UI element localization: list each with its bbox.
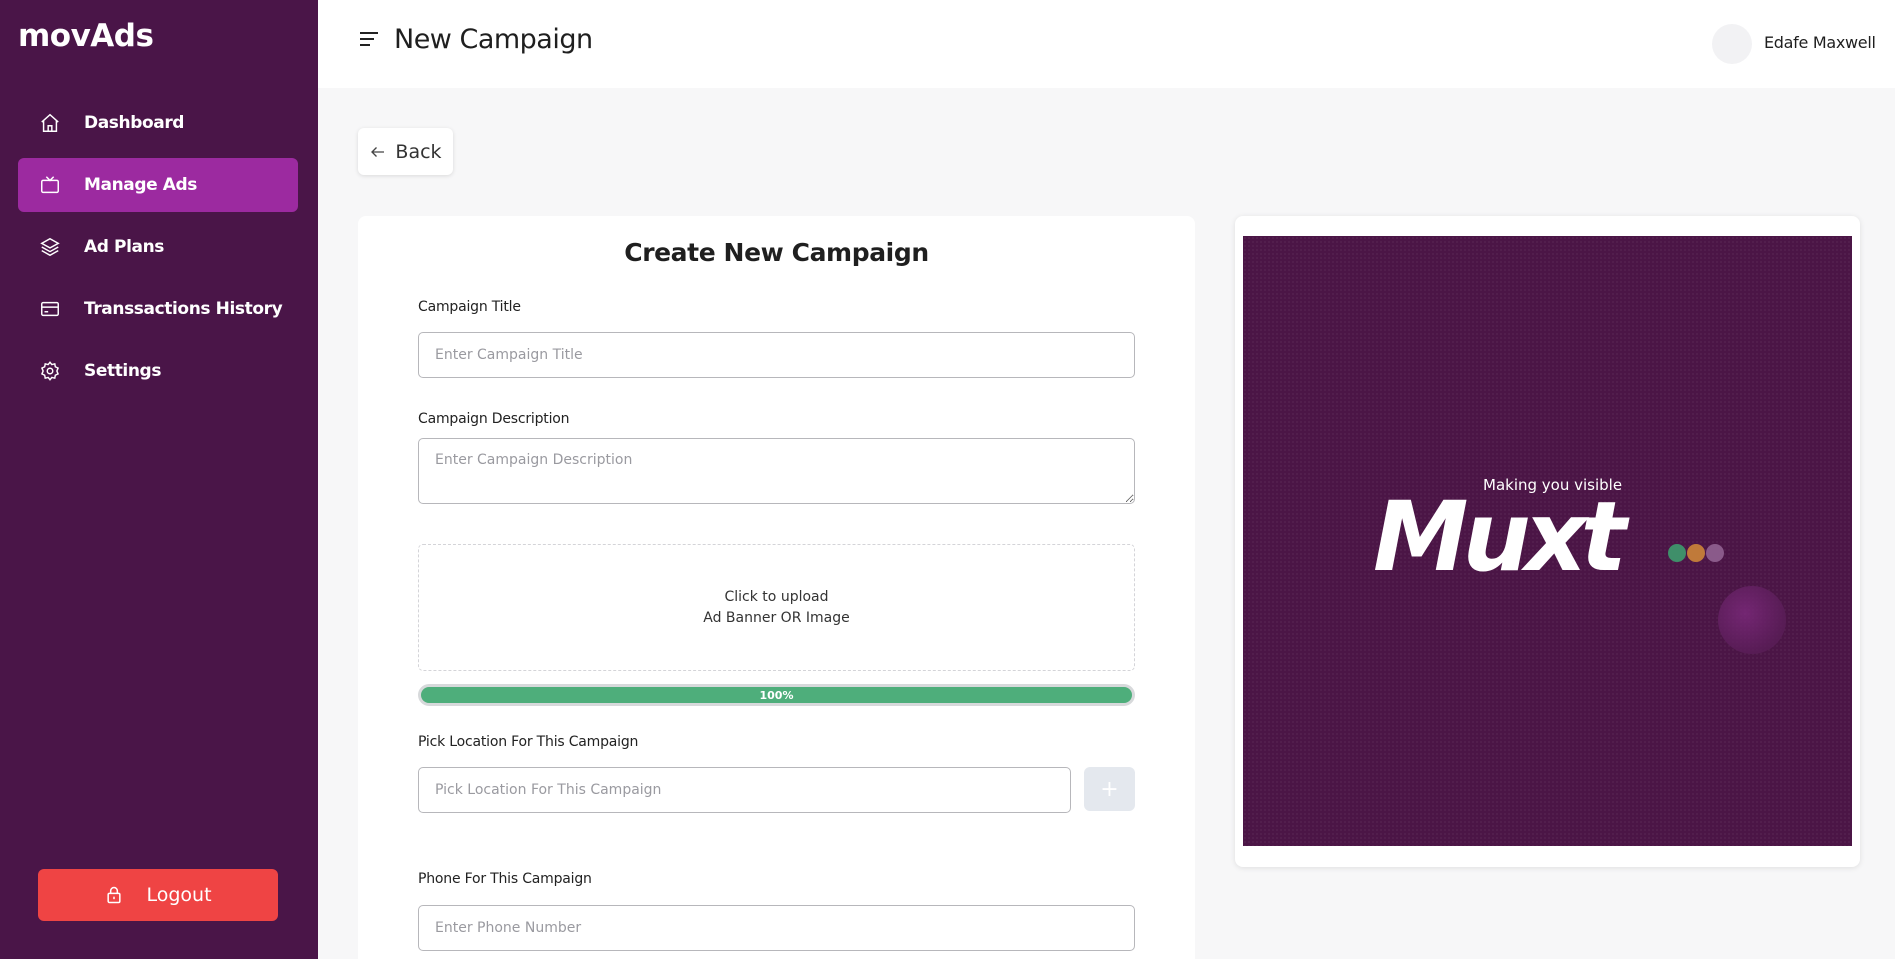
campaign-form-card: Create New Campaign Campaign Title Campa… [358, 216, 1195, 959]
upload-line-1: Click to upload [724, 588, 829, 605]
logout-label: Logout [146, 884, 212, 906]
arrow-left-icon [371, 146, 385, 157]
phone-input[interactable] [418, 905, 1135, 951]
sidebar-nav: Dashboard Manage Ads Ad Plans Transsacti… [18, 96, 298, 406]
gear-icon [38, 359, 62, 383]
sidebar-item-label: Transsactions History [84, 299, 283, 319]
user-name[interactable]: Edafe Maxwell [1764, 33, 1876, 52]
sidebar-item-label: Settings [84, 361, 162, 381]
sidebar-item-ad-plans[interactable]: Ad Plans [18, 220, 298, 274]
brand-logo[interactable]: movAds [18, 18, 154, 54]
campaign-title-input[interactable] [418, 332, 1135, 378]
campaign-description-input[interactable] [418, 438, 1135, 504]
upload-progress-label: 100% [759, 688, 794, 702]
top-header: New Campaign Edafe Maxwell [318, 0, 1895, 88]
lock-icon [107, 886, 122, 904]
sidebar: movAds Dashboard Manage Ads Ad Plans Tra… [0, 0, 318, 959]
add-location-button[interactable]: + [1084, 767, 1135, 811]
avatar[interactable] [1712, 24, 1752, 64]
campaign-description-label: Campaign Description [418, 411, 570, 427]
banner-upload-dropzone[interactable]: Click to upload Ad Banner OR Image [418, 544, 1135, 671]
sidebar-item-settings[interactable]: Settings [18, 344, 298, 398]
phone-label: Phone For This Campaign [418, 871, 592, 887]
logo-dot-purple [1706, 544, 1724, 562]
banner-preview-image: Making you visible Muxt [1243, 236, 1852, 846]
credit-card-icon [38, 297, 62, 321]
back-button[interactable]: Back [358, 128, 453, 175]
home-icon [38, 111, 62, 135]
logo-dot-orange [1687, 544, 1705, 562]
menu-toggle-icon[interactable] [360, 32, 380, 50]
form-title: Create New Campaign [624, 238, 929, 267]
layers-icon [38, 235, 62, 259]
upload-line-2: Ad Banner OR Image [703, 609, 850, 626]
sidebar-item-dashboard[interactable]: Dashboard [18, 96, 298, 150]
logo-wordmark: Muxt [1373, 481, 1627, 593]
upload-progress-bar: 100% [418, 684, 1135, 706]
upload-progress-fill: 100% [421, 687, 1132, 703]
back-label: Back [395, 140, 442, 163]
banner-preview-card: Making you visible Muxt [1235, 216, 1860, 867]
sidebar-item-transactions-history[interactable]: Transsactions History [18, 282, 298, 336]
location-input[interactable] [418, 767, 1071, 813]
tv-icon [38, 173, 62, 197]
location-label: Pick Location For This Campaign [418, 734, 639, 750]
sidebar-item-label: Dashboard [84, 113, 185, 133]
campaign-title-label: Campaign Title [418, 299, 521, 315]
page-title: New Campaign [394, 24, 593, 55]
logout-button[interactable]: Logout [38, 869, 278, 921]
sidebar-item-label: Manage Ads [84, 175, 198, 195]
logo-dot-green [1668, 544, 1686, 562]
decorative-orb [1718, 586, 1786, 654]
sidebar-item-label: Ad Plans [84, 237, 165, 257]
sidebar-item-manage-ads[interactable]: Manage Ads [18, 158, 298, 212]
